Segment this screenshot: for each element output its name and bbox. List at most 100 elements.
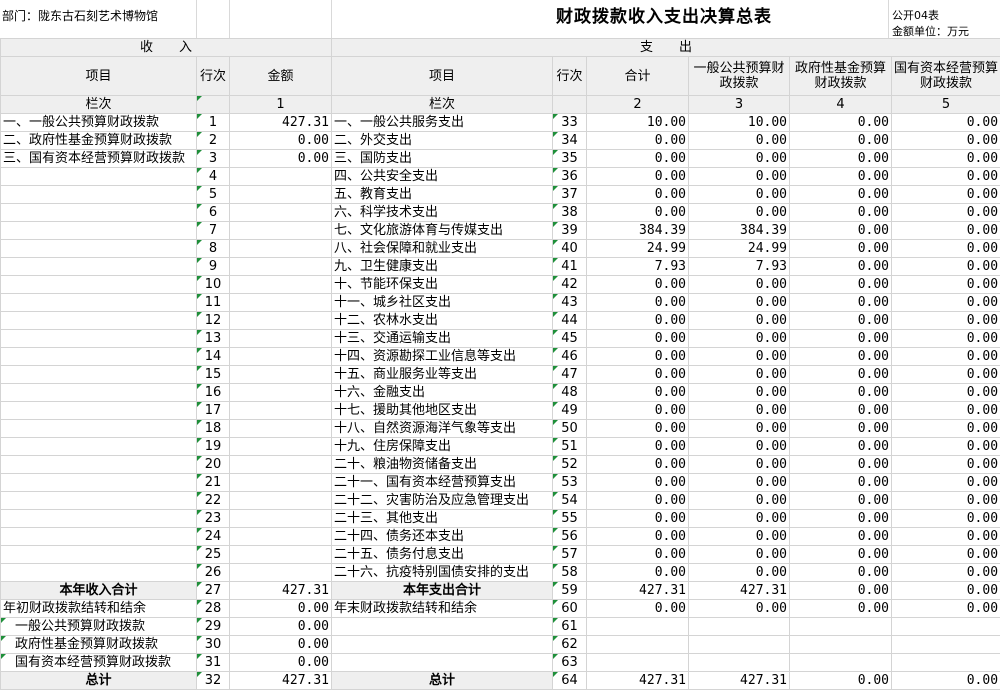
income-amount	[228, 185, 333, 204]
expense-soe: 0.00	[891, 383, 1000, 402]
expense-total: 0.00	[586, 527, 690, 546]
expense-fund: 0.00	[789, 293, 893, 312]
income-amount	[228, 365, 333, 384]
grand-expense-label: 总计	[331, 671, 554, 690]
income-amount	[228, 329, 333, 348]
col-index-5: 5	[891, 95, 1000, 114]
expense-item: 九、卫生健康支出	[331, 257, 554, 276]
col-general-budget: 一般公共预算财政拨款	[688, 56, 791, 96]
expense-fund: 0.00	[789, 347, 893, 366]
carry-sub-expense-row-no: 62	[552, 635, 588, 654]
expense-soe: 0.00	[891, 329, 1000, 348]
expense-row-no: 34	[552, 131, 588, 150]
expense-row-no: 51	[552, 437, 588, 456]
income-row-no: 15	[196, 365, 230, 384]
expense-total: 0.00	[586, 131, 690, 150]
expense-fund: 0.00	[789, 239, 893, 258]
expense-item: 三、国防支出	[331, 149, 554, 168]
income-amount: 0.00	[228, 149, 333, 168]
expense-item: 二十三、其他支出	[331, 509, 554, 528]
expense-fund: 0.00	[789, 563, 893, 582]
income-item	[0, 257, 197, 276]
expense-general: 7.93	[688, 257, 791, 276]
expense-fund: 0.00	[789, 311, 893, 330]
expense-fund: 0.00	[789, 365, 893, 384]
carry-in-amount: 0.00	[228, 599, 333, 618]
blank-cell	[891, 653, 1000, 672]
expense-soe: 0.00	[891, 239, 1000, 258]
table-row: 5 五、教育支出 37 0.00 0.00 0.00 0.00	[0, 185, 1000, 204]
blank-cell	[789, 653, 893, 672]
expense-general: 0.00	[688, 203, 791, 222]
expense-row-no: 33	[552, 113, 588, 132]
expense-item: 五、教育支出	[331, 185, 554, 204]
expense-general: 0.00	[688, 437, 791, 456]
income-item	[0, 239, 197, 258]
blank-cell	[688, 617, 791, 636]
blank-cell	[891, 617, 1000, 636]
expense-general: 0.00	[688, 383, 791, 402]
expense-soe: 0.00	[891, 113, 1000, 132]
income-row-no: 1	[196, 113, 230, 132]
income-amount	[228, 527, 333, 546]
expense-row-no: 55	[552, 509, 588, 528]
income-amount	[228, 257, 333, 276]
table-row: 20 二十、粮油物资储备支出 52 0.00 0.00 0.00 0.00	[0, 455, 1000, 474]
expense-item: 四、公共安全支出	[331, 167, 554, 186]
table-row: 26 二十六、抗疫特别国债安排的支出 58 0.00 0.00 0.00 0.00	[0, 563, 1000, 582]
income-row-no: 22	[196, 491, 230, 510]
income-row-no: 7	[196, 221, 230, 240]
col-index-blank	[552, 95, 588, 114]
expense-row-no: 37	[552, 185, 588, 204]
expense-fund: 0.00	[789, 383, 893, 402]
expense-row-no: 56	[552, 527, 588, 546]
income-row-no: 6	[196, 203, 230, 222]
expense-soe: 0.00	[891, 437, 1000, 456]
expense-row-no: 50	[552, 419, 588, 438]
expense-fund: 0.00	[789, 275, 893, 294]
income-total-amount: 427.31	[228, 581, 333, 600]
carry-sub-row-no: 29	[196, 617, 230, 636]
expense-fund: 0.00	[789, 437, 893, 456]
expense-soe: 0.00	[891, 563, 1000, 582]
expense-soe: 0.00	[891, 275, 1000, 294]
blank-cell	[688, 653, 791, 672]
expense-total: 0.00	[586, 491, 690, 510]
table-row: 15 十五、商业服务业等支出 47 0.00 0.00 0.00 0.00	[0, 365, 1000, 384]
department-label: 部门：陇东古石刻艺术博物馆	[2, 9, 159, 23]
expense-total: 0.00	[586, 203, 690, 222]
expense-total: 24.99	[586, 239, 690, 258]
expense-general: 0.00	[688, 311, 791, 330]
income-item	[0, 365, 197, 384]
table-row: 23 二十三、其他支出 55 0.00 0.00 0.00 0.00	[0, 509, 1000, 528]
expense-item: 二、外交支出	[331, 131, 554, 150]
income-item	[0, 563, 197, 582]
expense-row-no: 57	[552, 545, 588, 564]
grid-line	[196, 0, 197, 38]
expense-general: 0.00	[688, 167, 791, 186]
blank-cell	[586, 617, 690, 636]
expense-item: 二十五、债务付息支出	[331, 545, 554, 564]
expense-total: 0.00	[586, 419, 690, 438]
col-index-3: 3	[688, 95, 791, 114]
carry-sub-row-no: 30	[196, 635, 230, 654]
expense-item: 二十六、抗疫特别国债安排的支出	[331, 563, 554, 582]
col-total: 合计	[586, 56, 690, 96]
expense-general: 0.00	[688, 491, 791, 510]
expense-row-no: 44	[552, 311, 588, 330]
expense-soe: 0.00	[891, 491, 1000, 510]
income-amount	[228, 509, 333, 528]
expense-row-no: 38	[552, 203, 588, 222]
income-amount	[228, 293, 333, 312]
col-income-amount: 金额	[228, 56, 333, 96]
income-amount	[228, 203, 333, 222]
income-row-no: 12	[196, 311, 230, 330]
income-amount: 0.00	[228, 131, 333, 150]
expense-total: 0.00	[586, 437, 690, 456]
income-item	[0, 293, 197, 312]
income-amount	[228, 275, 333, 294]
income-total-row-no: 27	[196, 581, 230, 600]
income-amount	[228, 383, 333, 402]
expense-item: 十八、自然资源海洋气象等支出	[331, 419, 554, 438]
income-item	[0, 545, 197, 564]
